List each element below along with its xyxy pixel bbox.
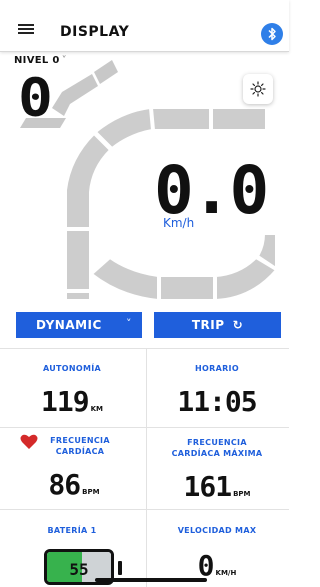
autonomy-unit: KM bbox=[90, 405, 103, 413]
app-header: DISPLAY bbox=[0, 0, 289, 52]
speed-arc-segment bbox=[90, 256, 159, 302]
heart-rate-value: 86 bbox=[48, 468, 81, 501]
autonomy-cell: AUTONOMÍA 119 KM bbox=[0, 363, 144, 416]
autonomy-label: AUTONOMÍA bbox=[42, 364, 102, 373]
speed-arc-segment bbox=[215, 256, 278, 302]
max-speed-unit: KM/H bbox=[215, 569, 237, 577]
light-toggle-button[interactable] bbox=[243, 74, 273, 104]
bluetooth-icon bbox=[268, 27, 276, 41]
heart-rate-label: FRECUENCIA CARDÍACA bbox=[50, 436, 110, 456]
max-heart-rate-value: 161 bbox=[183, 470, 232, 503]
chevron-down-icon: ˅ bbox=[126, 317, 132, 330]
speed-value: 0.0 bbox=[154, 152, 269, 229]
assist-arc-segment bbox=[20, 118, 66, 128]
time-label: HORARIO bbox=[195, 364, 239, 373]
max-heart-rate-label: FRECUENCIA CARDÍACA MÁXIMA bbox=[171, 438, 263, 458]
battery-cell: BATERÍA 1 bbox=[0, 525, 144, 536]
battery-label: BATERÍA 1 bbox=[47, 526, 97, 535]
battery-value: 55 bbox=[69, 560, 89, 579]
speed-arc-segment bbox=[159, 275, 215, 301]
refresh-icon: ↻ bbox=[232, 318, 244, 332]
hamburger-menu-icon[interactable] bbox=[18, 24, 34, 34]
max-heart-rate-cell: FRECUENCIA CARDÍACA MÁXIMA 161 BPM bbox=[145, 437, 289, 501]
heart-rate-cell: FRECUENCIA CARDÍACA 86 BPM bbox=[8, 435, 152, 499]
speed-arc-segment bbox=[65, 132, 112, 229]
speed-arc-segment bbox=[65, 229, 91, 291]
assist-arc-segment bbox=[52, 74, 98, 116]
home-indicator bbox=[95, 578, 207, 582]
speed-unit: Km/h bbox=[163, 216, 195, 230]
heart-rate-unit: BPM bbox=[82, 488, 100, 496]
max-speed-cell: VELOCIDAD MAX 0 KM/H bbox=[145, 525, 289, 580]
page-title: DISPLAY bbox=[60, 24, 130, 40]
riding-mode-dropdown[interactable]: DYNAMIC ˅ bbox=[16, 312, 142, 338]
trip-label: TRIP bbox=[191, 318, 225, 332]
divider bbox=[0, 509, 289, 510]
sun-icon bbox=[250, 81, 266, 97]
battery-terminal bbox=[118, 561, 122, 575]
trip-button[interactable]: TRIP ↻ bbox=[154, 312, 281, 338]
autonomy-value: 119 bbox=[41, 385, 90, 418]
max-speed-label: VELOCIDAD MAX bbox=[177, 526, 257, 535]
divider bbox=[0, 427, 289, 428]
time-cell: HORARIO 11:05 bbox=[145, 363, 289, 416]
stats-grid: AUTONOMÍA 119 KM HORARIO 11:05 FRECUENCIA… bbox=[0, 348, 289, 587]
speed-arc-segment bbox=[211, 107, 267, 131]
riding-mode-label: DYNAMIC bbox=[36, 318, 102, 332]
time-value: 11:05 bbox=[177, 385, 257, 418]
bluetooth-button[interactable] bbox=[261, 23, 283, 45]
speed-arc-segment bbox=[150, 107, 211, 131]
speed-arc-segment bbox=[65, 291, 91, 301]
assist-arc-segment bbox=[94, 60, 118, 84]
max-heart-rate-unit: BPM bbox=[233, 490, 251, 498]
speed-arc-segment bbox=[94, 106, 154, 150]
